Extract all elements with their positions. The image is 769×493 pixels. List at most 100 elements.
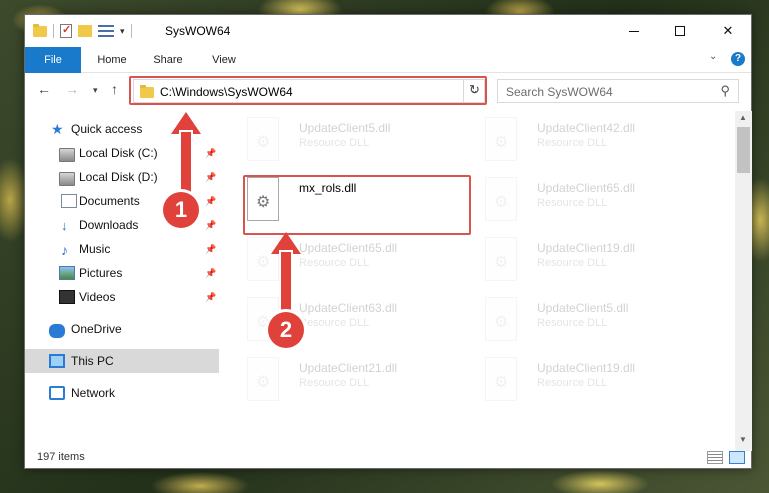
sidebar-item-network[interactable]: Network	[25, 381, 219, 405]
large-icons-view-icon[interactable]	[729, 451, 745, 464]
file-type: Resource DLL	[537, 197, 608, 209]
music-icon: ♪	[61, 242, 68, 258]
tab-file[interactable]: File	[25, 47, 81, 73]
file-type: Resource DLL	[537, 257, 608, 269]
sidebar-item-this-pc[interactable]: This PC	[25, 349, 219, 373]
sidebar-item-onedrive[interactable]: OneDrive	[25, 317, 219, 341]
search-icon[interactable]: ⚲	[720, 83, 730, 99]
file-name: UpdateClient65.dll	[537, 181, 636, 195]
sidebar-item-label: Local Disk (D:)	[79, 170, 158, 184]
file-item[interactable]: UpdateClient5.dll Resource DLL	[485, 297, 715, 353]
toolbar-divider	[130, 24, 132, 38]
file-type: Resource DLL	[299, 377, 370, 389]
up-arrow-icon[interactable]: ↑	[111, 81, 118, 97]
pin-icon[interactable]: 📌	[205, 220, 216, 231]
back-arrow-icon[interactable]: ←	[37, 81, 51, 97]
star-icon: ★	[51, 121, 64, 137]
pictures-icon	[59, 266, 75, 280]
sidebar-item-music[interactable]: ♪ Music 📌	[25, 237, 219, 261]
file-item[interactable]: UpdateClient19.dll Resource DLL	[485, 357, 715, 413]
navigation-bar: ← → ▾ ↑ C:\Windows\SysWOW64 ⌄ ↻ Search S…	[25, 75, 751, 107]
scroll-up-icon[interactable]: ▲	[739, 113, 747, 122]
file-item[interactable]: UpdateClient42.dll Resource DLL	[485, 117, 715, 173]
maximize-button[interactable]	[657, 15, 703, 47]
recent-locations-icon[interactable]: ▾	[93, 85, 98, 96]
file-type: Resource DLL	[299, 137, 370, 149]
file-item[interactable]: UpdateClient65.dll Resource DLL	[485, 177, 715, 233]
file-type: Resource DLL	[537, 377, 608, 389]
computer-icon	[49, 354, 65, 368]
close-button[interactable]: ✕	[705, 15, 751, 47]
vertical-scrollbar[interactable]: ▲ ▼	[735, 111, 752, 451]
tab-share[interactable]: Share	[143, 47, 193, 73]
pin-icon[interactable]: 📌	[205, 196, 216, 207]
sidebar-item-label: Downloads	[79, 218, 139, 232]
sidebar-item-label: Pictures	[79, 266, 123, 280]
minimize-icon	[629, 30, 639, 32]
forward-arrow-icon[interactable]: →	[65, 81, 79, 97]
sidebar-item-label: Music	[79, 242, 111, 256]
sidebar-item-label: Network	[71, 386, 116, 400]
properties-icon[interactable]	[60, 23, 72, 38]
local-disk-icon	[59, 147, 75, 162]
sidebar-item-label: This PC	[71, 354, 114, 368]
chevron-down-icon[interactable]: ⌄	[709, 51, 717, 62]
pin-icon[interactable]: 📌	[205, 292, 216, 303]
arrow-up-icon	[171, 112, 201, 134]
file-name: UpdateClient5.dll	[299, 121, 391, 135]
file-item[interactable]: UpdateClient5.dll Resource DLL	[247, 117, 477, 173]
minimize-button[interactable]	[611, 15, 657, 47]
file-name: UpdateClient21.dll	[299, 361, 398, 375]
network-icon	[49, 386, 65, 400]
dll-file-icon	[247, 117, 279, 161]
search-input[interactable]: Search SysWOW64 ⚲	[497, 79, 739, 103]
tab-home[interactable]: Home	[87, 47, 137, 73]
dll-file-icon	[485, 357, 517, 401]
dll-file-icon	[247, 357, 279, 401]
file-name: UpdateClient63.dll	[299, 301, 398, 315]
arrow-shaft	[281, 252, 291, 314]
view-options-icon[interactable]	[98, 25, 114, 37]
file-item[interactable]: UpdateClient19.dll Resource DLL	[485, 237, 715, 293]
step-badge-1: 1	[163, 192, 199, 228]
file-name: UpdateClient19.dll	[537, 241, 636, 255]
help-icon[interactable]: ?	[731, 52, 745, 66]
quick-access-toolbar: ▾	[33, 23, 132, 38]
file-type: Resource DLL	[299, 317, 370, 329]
documents-icon	[61, 194, 77, 208]
details-view-icon[interactable]	[707, 451, 723, 464]
dll-file-icon	[485, 177, 517, 221]
sidebar-item-pictures[interactable]: Pictures 📌	[25, 261, 219, 285]
sidebar-item-label: Local Disk (C:)	[79, 146, 158, 160]
arrow-shaft	[181, 132, 191, 194]
item-count: 197 items	[37, 451, 85, 463]
sidebar-item-videos[interactable]: Videos 📌	[25, 285, 219, 309]
dll-file-icon	[485, 117, 517, 161]
dll-file-icon	[485, 297, 517, 341]
file-name: UpdateClient19.dll	[537, 361, 636, 375]
pin-icon[interactable]: 📌	[205, 244, 216, 255]
new-folder-icon[interactable]	[78, 25, 92, 37]
maximize-icon	[675, 26, 685, 36]
file-type: Resource DLL	[299, 257, 370, 269]
file-explorer-window: ▾ SysWOW64 ✕ File Home Share View ⌄ ? ← …	[24, 14, 752, 469]
pin-icon[interactable]: 📌	[205, 148, 216, 159]
search-placeholder: Search SysWOW64	[506, 85, 613, 99]
scroll-down-icon[interactable]: ▼	[739, 435, 747, 444]
pin-icon[interactable]: 📌	[205, 268, 216, 279]
customize-toolbar-icon[interactable]: ▾	[120, 26, 125, 37]
file-name: UpdateClient42.dll	[537, 121, 636, 135]
step-badge-2: 2	[268, 312, 304, 348]
file-item[interactable]: UpdateClient21.dll Resource DLL	[247, 357, 477, 413]
onedrive-cloud-icon	[49, 323, 65, 338]
status-bar: 197 items	[25, 447, 751, 469]
file-name: UpdateClient5.dll	[537, 301, 629, 315]
title-bar: ▾ SysWOW64 ✕	[25, 15, 751, 47]
tab-view[interactable]: View	[199, 47, 249, 73]
toolbar-divider	[53, 24, 54, 38]
downloads-icon: ↓	[61, 218, 68, 233]
address-highlight-box	[129, 76, 487, 105]
folder-icon	[33, 23, 47, 37]
pin-icon[interactable]: 📌	[205, 172, 216, 183]
scroll-thumb[interactable]	[737, 127, 750, 173]
